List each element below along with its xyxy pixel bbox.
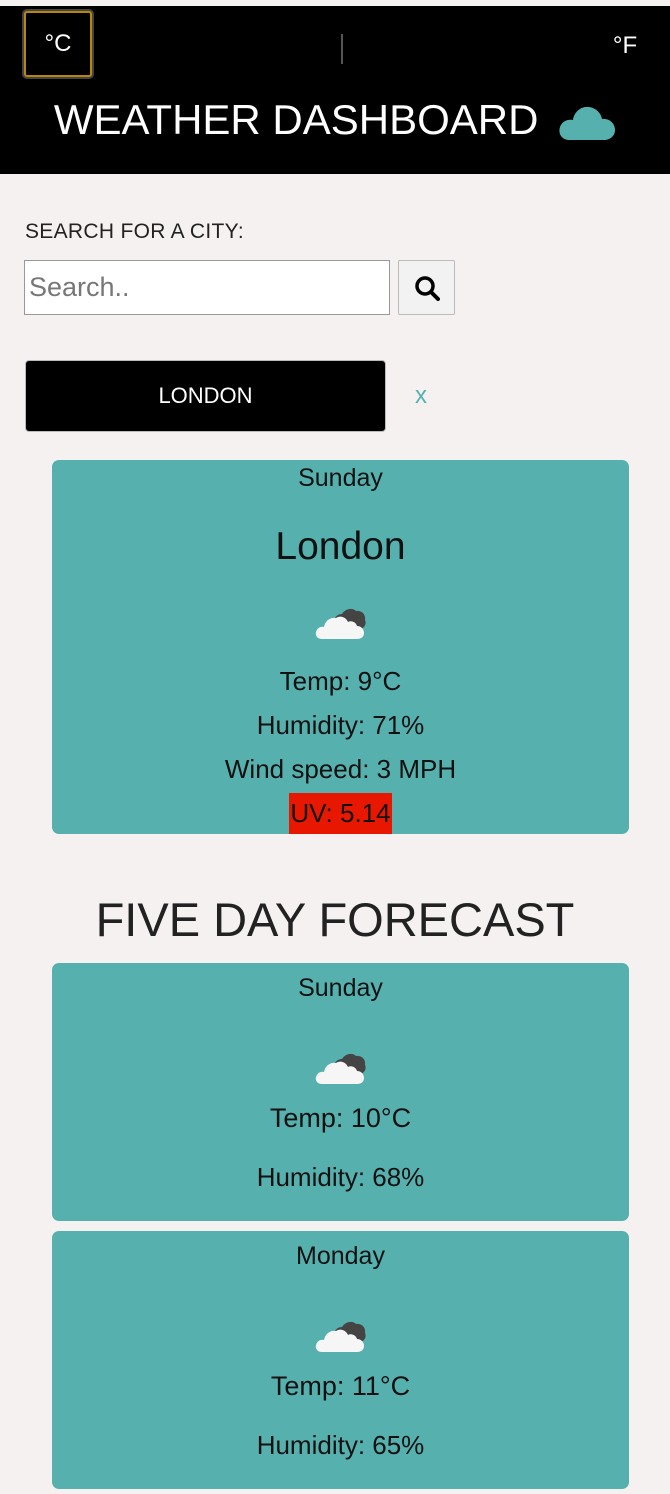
forecast-temp: Temp: 11°C — [270, 1371, 411, 1401]
uv-row: UV: 5.14 — [52, 793, 629, 834]
cloud-icon — [558, 100, 616, 156]
forecast-humidity: Humidity: 65% — [256, 1430, 425, 1460]
broken-clouds-icon — [315, 606, 367, 645]
broken-clouds-icon — [315, 1319, 367, 1358]
forecast-day: Monday — [296, 1242, 385, 1270]
forecast-temp: Temp: 10°C — [269, 1103, 412, 1133]
current-temp: Temp: 9°C — [279, 666, 402, 696]
search-label: SEARCH FOR A CITY: — [25, 220, 244, 243]
forecast-card: Monday Temp: 11°C Humidity: 65% — [52, 1231, 629, 1489]
forecast-day: Sunday — [298, 974, 383, 1002]
current-weather-card: Sunday London Temp: 9°C Humidity: 71% Wi… — [52, 460, 629, 834]
uv-badge: UV: 5.14 — [289, 793, 392, 834]
broken-clouds-icon — [315, 1051, 367, 1090]
search-button[interactable] — [398, 260, 455, 315]
unit-divider — [341, 34, 343, 64]
fahrenheit-toggle[interactable]: °F — [600, 28, 650, 64]
history-city-button[interactable]: LONDON — [25, 360, 386, 432]
app-header: °C °F WEATHER DASHBOARD — [0, 6, 670, 174]
search-input[interactable] — [24, 260, 390, 315]
forecast-title: FIVE DAY FORECAST — [95, 893, 575, 946]
current-day: Sunday — [298, 464, 383, 492]
current-humidity: Humidity: 71% — [256, 710, 425, 740]
history-remove-button[interactable]: x — [411, 378, 431, 414]
page-title: WEATHER DASHBOARD — [0, 92, 670, 148]
search-icon — [414, 275, 440, 301]
celsius-toggle[interactable]: °C — [24, 11, 92, 77]
current-wind: Wind speed: 3 MPH — [224, 754, 457, 784]
forecast-humidity: Humidity: 68% — [256, 1162, 425, 1192]
current-city: London — [275, 525, 406, 568]
page-title-text: WEATHER DASHBOARD — [53, 96, 539, 143]
forecast-card: Sunday Temp: 10°C Humidity: 68% — [52, 963, 629, 1221]
